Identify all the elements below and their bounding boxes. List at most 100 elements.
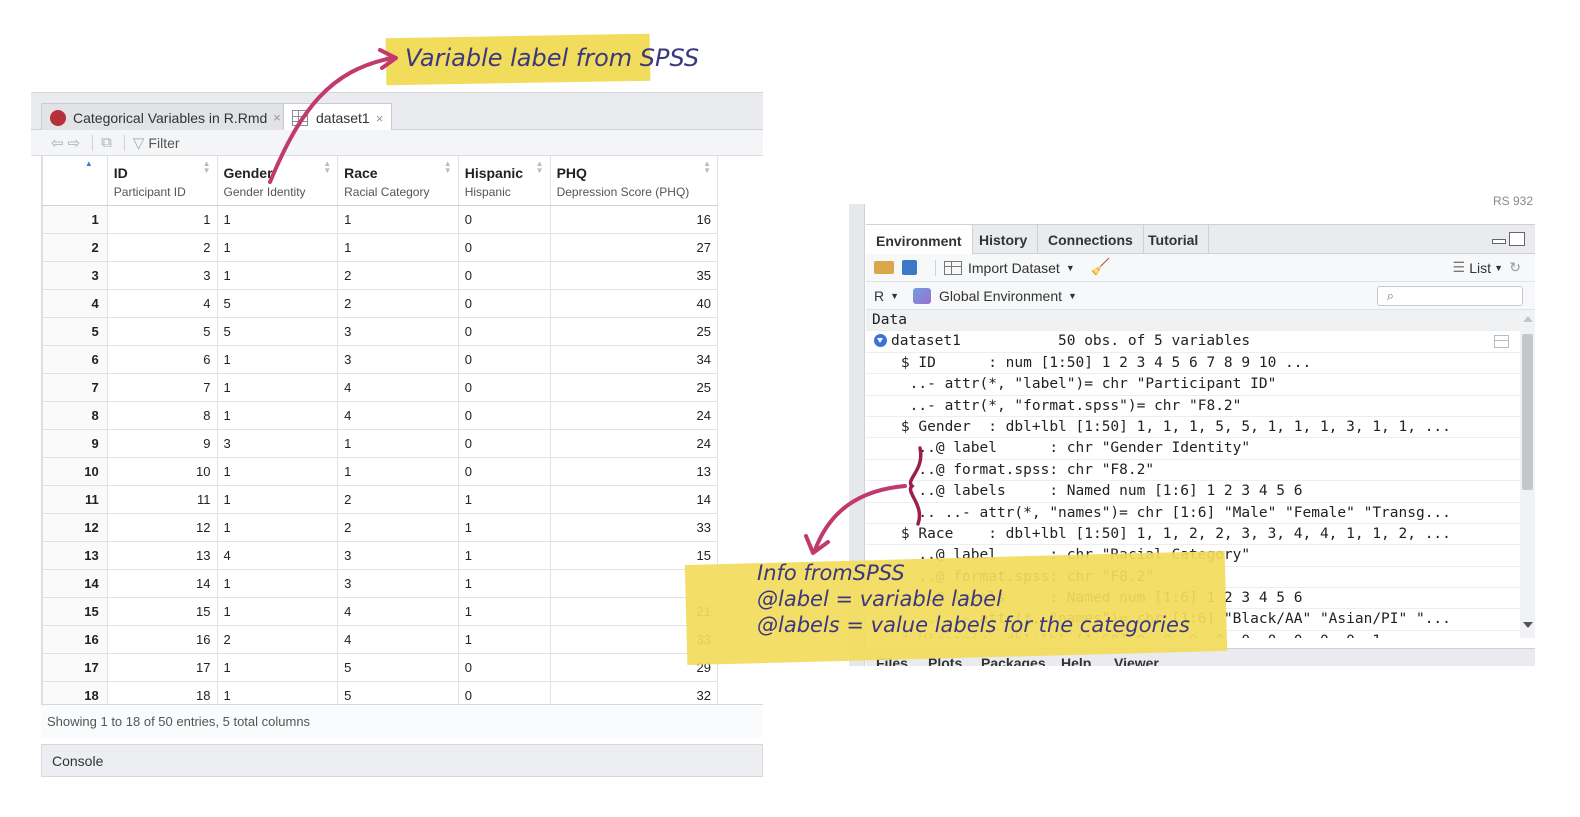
table-cell: 16	[549, 204, 718, 234]
tab-help[interactable]: Help	[1061, 655, 1091, 666]
filter-button[interactable]: Filter	[148, 135, 179, 151]
row-number: 3	[42, 260, 108, 290]
dataset-row[interactable]: dataset1 50 obs. of 5 variables	[866, 331, 1520, 353]
table-row[interactable]: 10 10 1 1 0 13	[42, 456, 718, 486]
tab-tutorial[interactable]: Tutorial	[1138, 225, 1210, 255]
table-cell: 40	[549, 288, 718, 318]
view-mode-dropdown[interactable]: List	[1469, 260, 1491, 276]
table-cell: 4	[337, 400, 459, 430]
chevron-down-icon[interactable]: ▼	[890, 291, 899, 301]
table-row[interactable]: 151514121	[42, 596, 718, 626]
clear-broom-icon[interactable]: 🧹	[1091, 259, 1111, 277]
popout-window-icon[interactable]: ⧉	[101, 134, 112, 151]
table-cell: 17	[106, 652, 218, 682]
table-row[interactable]: 13 13 4 3 1 15	[42, 540, 718, 570]
column-name: Hispanic	[464, 165, 524, 181]
table-cell: 1	[337, 232, 459, 262]
table-cell: 3	[106, 260, 218, 290]
toolbar-divider	[935, 259, 936, 276]
close-tab-icon[interactable]: ×	[273, 110, 281, 125]
filter-icon[interactable]: ▽	[133, 134, 145, 152]
language-dropdown[interactable]: R	[874, 288, 884, 304]
column-header-hispanic[interactable]: Hispanic Hispanic ▲ ▼	[457, 156, 551, 206]
environment-scrollbar[interactable]	[1520, 310, 1535, 638]
scroll-down-icon[interactable]	[1523, 622, 1533, 628]
chevron-down-icon[interactable]: ▼	[1066, 263, 1075, 273]
chevron-down-icon[interactable]: ▼	[1494, 263, 1503, 273]
tab-connections[interactable]: Connections	[1038, 225, 1144, 255]
back-arrow-icon[interactable]: ⇦	[51, 134, 64, 152]
scroll-thumb[interactable]	[1522, 334, 1533, 490]
table-cell: 3	[337, 316, 459, 346]
load-workspace-icon[interactable]	[874, 261, 894, 274]
str-output-line: ..@ label : chr "Gender Identity"	[866, 438, 1520, 460]
row-number: 8	[42, 400, 108, 430]
table-cell: 1	[216, 484, 339, 514]
minimize-icon[interactable]	[1492, 239, 1506, 244]
column-header-race[interactable]: Race Racial Category ▲ ▼	[337, 156, 459, 206]
tab-rmd-file[interactable]: Categorical Variables in R.Rmd ×	[41, 103, 290, 131]
scroll-up-icon[interactable]	[1523, 316, 1533, 322]
table-row[interactable]: 9 9 3 1 0 24	[42, 428, 718, 458]
view-table-icon[interactable]	[1494, 335, 1509, 349]
table-cell: 1	[216, 372, 339, 402]
forward-arrow-icon[interactable]: ⇨	[68, 134, 81, 152]
column-header-gender[interactable]: Gender Gender Identity ▲ ▼	[216, 156, 339, 206]
table-row[interactable]: 11 11 1 2 1 14	[42, 484, 718, 514]
row-number-header[interactable]: ▲	[42, 156, 108, 206]
import-dataset-button[interactable]: Import Dataset	[968, 260, 1060, 276]
table-row[interactable]: 17 17 1 5 0 29	[42, 652, 718, 682]
table-row[interactable]: 161624133	[42, 624, 718, 654]
chevron-down-icon[interactable]: ▼	[1068, 291, 1077, 301]
table-row[interactable]: 3 3 1 2 0 35	[42, 260, 718, 290]
table-row[interactable]: 4 4 5 2 0 40	[42, 288, 718, 318]
close-tab-icon[interactable]: ×	[376, 111, 384, 126]
maximize-icon[interactable]	[1509, 232, 1525, 246]
pane-window-controls[interactable]	[1492, 232, 1525, 246]
row-number: 1	[42, 204, 108, 234]
table-cell: 0	[457, 288, 551, 318]
project-label[interactable]: RS 932	[1493, 194, 1533, 208]
annotation-labels-explanation: @labels = value labels for the categorie…	[757, 613, 1190, 637]
row-number: 15	[42, 596, 108, 626]
console-pane-header[interactable]: Console	[41, 744, 763, 777]
column-label: Gender Identity	[223, 185, 306, 199]
tab-label: dataset1	[316, 110, 370, 126]
table-row[interactable]: 7 7 1 4 0 25	[42, 372, 718, 402]
table-body: 1 1 1 1 0 16 2 2 1 1 0 27 3 3 1 2 0 35 4 4 5 2 0 40 5 5 5 3 0 25 6 6 1 3 0…	[42, 204, 718, 704]
table-row[interactable]: 2 2 1 1 0 27	[42, 232, 718, 262]
table-cell: 4	[216, 540, 339, 570]
table-cell: 2	[337, 288, 459, 318]
row-number: 17	[42, 652, 108, 682]
column-header-phq[interactable]: PHQ Depression Score (PHQ) ▲ ▼	[549, 156, 718, 206]
tab-dataset1[interactable]: dataset1 ×	[283, 103, 393, 132]
table-cell: 14	[549, 484, 718, 514]
dataset-name: dataset1	[891, 333, 961, 350]
table-row[interactable]: 18 18 1 5 0 32	[42, 680, 718, 704]
tab-environment[interactable]: Environment	[866, 225, 973, 256]
table-row[interactable]: 5 5 5 3 0 25	[42, 316, 718, 346]
table-cell: 0	[457, 372, 551, 402]
tab-viewer[interactable]: Viewer	[1114, 655, 1159, 666]
table-row[interactable]: 12 12 1 2 1 33	[42, 512, 718, 542]
refresh-icon[interactable]: ↻	[1509, 259, 1521, 276]
table-cell: 0	[457, 316, 551, 346]
table-row[interactable]: 14 14 1 3 1	[42, 568, 718, 598]
row-number: 11	[42, 484, 108, 514]
table-cell: 5	[337, 652, 459, 682]
environment-search-input[interactable]	[1377, 285, 1523, 306]
table-cell: 2	[106, 232, 218, 262]
row-number: 18	[42, 680, 108, 704]
save-workspace-icon[interactable]	[902, 260, 917, 275]
expand-collapse-icon[interactable]	[874, 334, 887, 348]
column-header-id[interactable]: ID Participant ID ▲ ▼	[106, 156, 218, 206]
table-cell: 25	[549, 372, 718, 402]
environment-scope-dropdown[interactable]: Global Environment	[939, 288, 1062, 304]
table-row[interactable]: 1 1 1 1 0 16	[42, 204, 718, 234]
tab-history[interactable]: History	[969, 225, 1039, 255]
table-row[interactable]: 6 6 1 3 0 34	[42, 344, 718, 374]
table-cell: 5	[216, 288, 339, 318]
table-cell: 4	[337, 596, 459, 626]
table-row[interactable]: 8 8 1 4 0 24	[42, 400, 718, 430]
table-cell: 12	[106, 512, 218, 542]
